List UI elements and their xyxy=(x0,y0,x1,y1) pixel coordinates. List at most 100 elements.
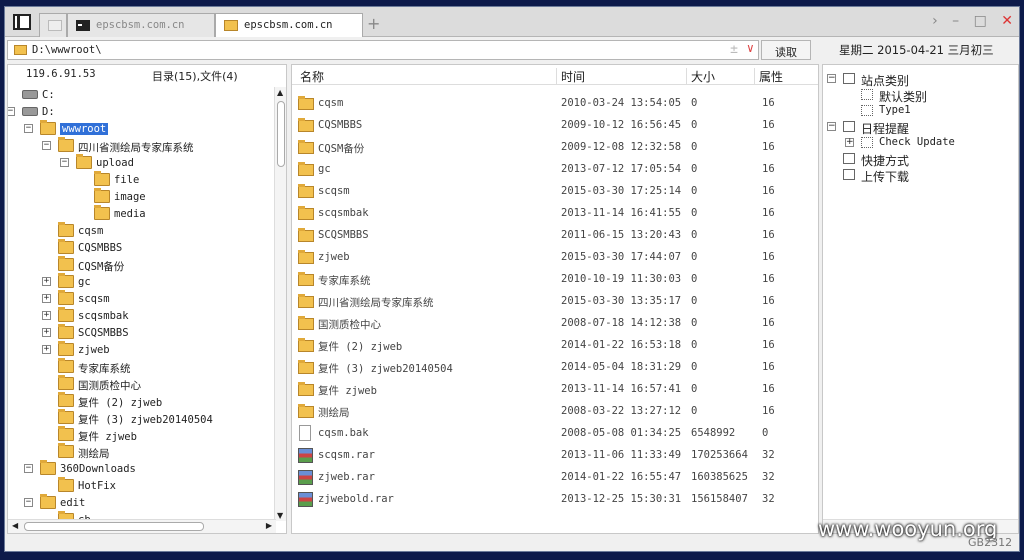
file-row[interactable]: 复件 (2) zjweb 2014-01-22 16:53:18 0 16 xyxy=(292,335,818,357)
scroll-up-icon[interactable]: ▲ xyxy=(277,88,283,97)
file-size: 0 xyxy=(691,207,698,219)
folder-icon xyxy=(58,358,74,373)
tree-node-label: wwwroot xyxy=(60,123,109,135)
file-time: 2008-07-18 14:12:38 xyxy=(561,317,682,329)
directory-tree-panel: 119.6.91.53 目录(15),文件(4) C: − D: − wwwroot − 四… xyxy=(7,64,287,534)
column-time[interactable]: 时间 xyxy=(556,68,686,84)
new-tab-button[interactable]: + xyxy=(367,14,380,33)
file-time: 2008-05-08 01:34:25 xyxy=(561,427,682,439)
file-row[interactable]: zjwebold.rar 2013-12-25 15:30:31 156158407… xyxy=(292,489,818,511)
expander-icon[interactable]: + xyxy=(42,345,51,354)
expander-icon[interactable]: + xyxy=(42,277,51,286)
folder-icon xyxy=(58,375,74,390)
file-time: 2014-01-22 16:55:47 xyxy=(561,471,682,483)
file-time: 2008-03-22 13:27:12 xyxy=(561,405,682,417)
file-row[interactable]: 四川省测绘局专家库系统 2015-03-30 13:35:17 0 16 xyxy=(292,291,818,313)
directory-tree: C: − D: − wwwroot − 四川省测绘局专家库系统 − upload file imag… xyxy=(8,87,276,519)
file-row[interactable]: 复件 (3) zjweb20140504 2014-05-04 18:31:29 0… xyxy=(292,357,818,379)
file-attr: 16 xyxy=(762,361,775,373)
folder-icon xyxy=(76,154,92,169)
site-tree-label: 站点类别 xyxy=(861,74,910,88)
file-attr: 16 xyxy=(762,207,775,219)
maximize-button[interactable]: □ xyxy=(974,13,987,29)
expander-icon[interactable]: + xyxy=(42,294,51,303)
tab-blank[interactable] xyxy=(39,13,67,37)
file-row[interactable]: scqsm 2015-03-30 17:25:14 0 16 xyxy=(292,181,818,203)
scroll-right-icon[interactable]: ▶ xyxy=(266,521,272,530)
node-icon xyxy=(861,105,873,116)
expander-icon[interactable]: − xyxy=(60,158,69,167)
file-row[interactable]: gc 2013-07-12 17:05:54 0 16 xyxy=(292,159,818,181)
chevron-right-icon[interactable]: › xyxy=(932,13,938,29)
file-time: 2013-12-25 15:30:31 xyxy=(561,493,682,505)
scroll-thumb[interactable] xyxy=(277,101,285,167)
expander-icon[interactable]: − xyxy=(24,498,33,507)
file-size: 0 xyxy=(691,361,698,373)
file-row[interactable]: CQSMBBS 2009-10-12 16:56:45 0 16 xyxy=(292,115,818,137)
site-tree-label: Type1 xyxy=(879,104,911,116)
expander-icon[interactable]: + xyxy=(42,311,51,320)
file-row[interactable]: cqsm.bak 2008-05-08 01:34:25 6548992 0 xyxy=(292,423,818,445)
file-attr: 16 xyxy=(762,295,775,307)
read-button[interactable]: 读取 xyxy=(761,40,811,60)
sidebar-toggle-icon[interactable] xyxy=(13,14,31,30)
file-row[interactable]: scqsm.rar 2013-11-06 11:33:49 170253664 32 xyxy=(292,445,818,467)
expander-icon[interactable]: − xyxy=(827,74,836,83)
expander-icon[interactable]: + xyxy=(42,328,51,337)
expander-icon[interactable]: + xyxy=(845,138,854,147)
folder-icon xyxy=(298,96,314,110)
date-display: 星期二 2015-04-21 三月初三 xyxy=(839,43,994,57)
expander-icon[interactable]: − xyxy=(24,124,33,133)
file-name: 专家库系统 xyxy=(318,275,371,287)
add-icon[interactable]: ± xyxy=(730,42,738,57)
chevron-down-icon[interactable]: ∨ xyxy=(747,41,754,55)
file-time: 2009-10-12 16:56:45 xyxy=(561,119,682,131)
address-input[interactable]: D:\wwwroot\ ± ∨ xyxy=(7,40,759,60)
file-row[interactable]: 复件 zjweb 2013-11-14 16:57:41 0 16 xyxy=(292,379,818,401)
file-name: CQSMBBS xyxy=(318,119,363,131)
scroll-down-icon[interactable]: ▼ xyxy=(277,511,283,520)
site-category-panel: − 站点类别 默认类别 Type1 − 日程提醒 + Check Update 快捷方式 上传下载 xyxy=(822,64,1019,534)
column-name[interactable]: 名称 xyxy=(296,68,560,84)
file-row[interactable]: CQSM备份 2009-12-08 12:32:58 0 16 xyxy=(292,137,818,159)
expander-icon[interactable]: − xyxy=(42,141,51,150)
file-time: 2015-03-30 13:35:17 xyxy=(561,295,682,307)
file-row[interactable]: 专家库系统 2010-10-19 11:30:03 0 16 xyxy=(292,269,818,291)
tab-file-manager[interactable]: epscbsm.com.cn xyxy=(215,13,363,37)
column-size[interactable]: 大小 xyxy=(686,68,754,84)
address-path: D:\wwwroot\ xyxy=(32,44,102,56)
file-row[interactable]: 国测质检中心 2008-07-18 14:12:38 0 16 xyxy=(292,313,818,335)
file-size: 0 xyxy=(691,295,698,307)
file-row[interactable]: SCQSMBBS 2011-06-15 13:20:43 0 16 xyxy=(292,225,818,247)
node-icon xyxy=(861,137,873,148)
scroll-left-icon[interactable]: ◀ xyxy=(12,521,18,530)
file-name: scqsm.rar xyxy=(318,449,375,461)
folder-icon xyxy=(58,443,74,458)
file-time: 2013-11-06 11:33:49 xyxy=(561,449,682,461)
tab-terminal[interactable]: epscbsm.com.cn xyxy=(67,13,215,37)
file-row[interactable]: 测绘局 2008-03-22 13:27:12 0 16 xyxy=(292,401,818,423)
file-row[interactable]: scqsmbak 2013-11-14 16:41:55 0 16 xyxy=(292,203,818,225)
folder-icon xyxy=(58,307,74,322)
folder-icon xyxy=(298,272,314,286)
close-button[interactable]: ✕ xyxy=(1001,13,1013,29)
file-attr: 16 xyxy=(762,185,775,197)
tree-vertical-scrollbar[interactable]: ▲ ▼ xyxy=(274,87,286,521)
file-row[interactable]: cqsm 2010-03-24 13:54:05 0 16 xyxy=(292,93,818,115)
file-row[interactable]: zjweb 2015-03-30 17:44:07 0 16 xyxy=(292,247,818,269)
expander-icon[interactable]: − xyxy=(827,122,836,131)
tab-label: epscbsm.com.cn xyxy=(244,19,333,31)
file-row[interactable]: zjweb.rar 2014-01-22 16:55:47 160385625 32 xyxy=(292,467,818,489)
file-size: 0 xyxy=(691,119,698,131)
folder-icon xyxy=(58,477,74,492)
file-name: 复件 zjweb xyxy=(318,385,377,397)
scroll-thumb[interactable] xyxy=(24,522,204,531)
tree-node-label: scqsmbak xyxy=(78,310,129,322)
expander-icon[interactable]: − xyxy=(8,107,15,116)
tree-horizontal-scrollbar[interactable]: ◀ ▶ xyxy=(8,519,276,533)
column-attr[interactable]: 属性 xyxy=(754,68,818,84)
file-size: 0 xyxy=(691,141,698,153)
minimize-button[interactable]: – xyxy=(952,13,959,29)
expander-icon[interactable]: − xyxy=(24,464,33,473)
tree-node-label: C: xyxy=(42,89,55,101)
